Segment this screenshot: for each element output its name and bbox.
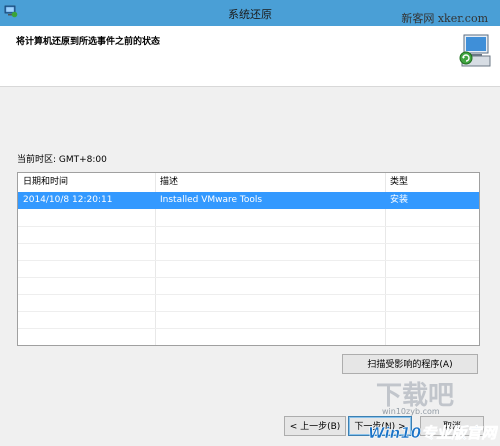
column-header-datetime[interactable]: 日期和时间 xyxy=(18,173,157,192)
column-header-description[interactable]: 描述 xyxy=(155,173,385,192)
grid-line xyxy=(18,243,479,244)
table-header: 日期和时间 描述 类型 xyxy=(18,173,479,193)
next-button[interactable]: 下一步(N) > xyxy=(348,416,412,436)
table-row[interactable]: 2014/10/8 12:20:11 Installed VMware Tool… xyxy=(18,192,479,209)
restore-computer-icon xyxy=(459,34,491,67)
cell-type: 安装 xyxy=(390,195,409,205)
svg-text:下载吧: 下载吧 xyxy=(376,381,454,411)
back-button[interactable]: < 上一步(B) xyxy=(284,416,346,436)
site-watermark: 新客网 xker.com xyxy=(401,12,488,25)
page-heading: 将计算机还原到所选事件之前的状态 xyxy=(16,37,161,47)
grid-line xyxy=(18,311,479,312)
cell-datetime: 2014/10/8 12:20:11 xyxy=(23,195,113,205)
brand-watermark-url: win10zyb.com xyxy=(382,407,440,416)
scan-affected-programs-button[interactable]: 扫描受影响的程序(A) xyxy=(342,354,478,374)
grid-line xyxy=(18,277,479,278)
cell-description: Installed VMware Tools xyxy=(160,195,263,205)
grid-line xyxy=(18,294,479,295)
grid-line xyxy=(18,260,479,261)
title-bar: 系统还原 新客网 xker.com xyxy=(0,0,500,26)
timezone-label: 当前时区: GMT+8:00 xyxy=(17,155,107,165)
header-panel: 将计算机还原到所选事件之前的状态 xyxy=(0,26,500,87)
grid-line xyxy=(18,328,479,329)
grid-line xyxy=(18,226,479,227)
restore-points-table[interactable]: 日期和时间 描述 类型 2014/10/8 12:20:11 Installed… xyxy=(17,172,480,346)
cancel-button[interactable]: 取消 xyxy=(420,416,484,436)
column-header-type[interactable]: 类型 xyxy=(385,173,478,192)
